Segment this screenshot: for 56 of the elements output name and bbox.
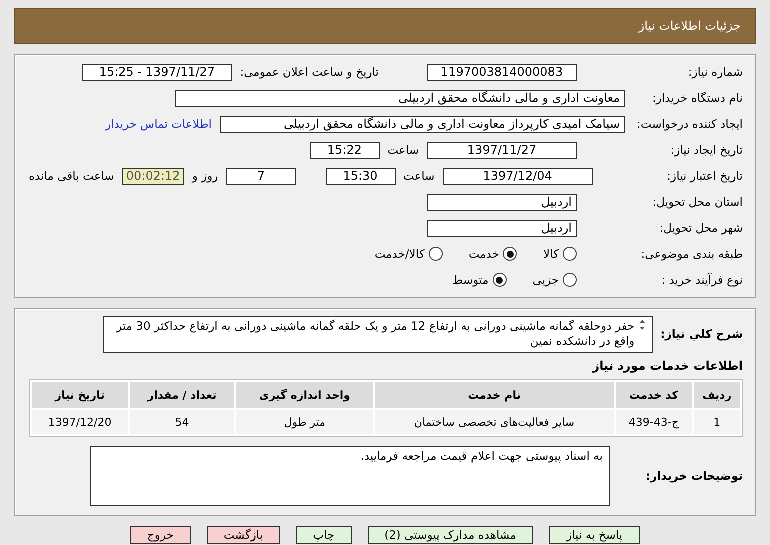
action-button[interactable]: مشاهده مدارک پیوستی (2) (368, 526, 534, 544)
field-label: شماره نیاز: (687, 65, 743, 79)
text-field[interactable]: اردبیل (427, 194, 577, 210)
table-cell: متر طول (236, 410, 374, 434)
action-button[interactable]: خروج (130, 526, 191, 544)
notes-field[interactable]: به اسناد پیوستی جهت اعلام قیمت مراجعه فرمایید. (90, 446, 610, 506)
action-button[interactable]: چاپ (296, 526, 352, 544)
radio-option[interactable]: متوسط (452, 273, 507, 287)
action-button[interactable]: پاسخ به نیاز (549, 526, 640, 544)
section-title: اطلاعات خدمات مورد نیاز (591, 359, 743, 373)
field-label: استان محل تحویل: (652, 195, 743, 209)
description-field[interactable]: حفر دوحلقه گمانه ماشینی دورانی به ارتفاع 12 متر و یک حلقه گمانه ماشینی دورانی به ارتفاع حداکثر 30 متر واقع در دانشکده نمین (102, 316, 653, 352)
column-header: واحد اندازه گیری (236, 382, 374, 408)
field-label: شرح کلي نیاز: (660, 327, 743, 341)
field-label: ساعت باقی مانده (29, 169, 114, 183)
contact-link[interactable]: اطلاعات تماس خریدار (105, 117, 212, 131)
text-field[interactable]: سیامک امیدی کارپرداز معاونت اداری و مالی دانشگاه محقق اردبیلی (220, 116, 625, 132)
scroll-arrows-icon (638, 318, 646, 330)
field-label: شهر محل تحویل: (658, 221, 743, 235)
text-field[interactable]: 1197003814000083 (427, 64, 577, 80)
text-field[interactable]: اردبیل (427, 220, 577, 236)
text-field[interactable]: 00:02:12 (122, 168, 184, 184)
radio-option[interactable]: کالا (543, 247, 577, 261)
field-label: نام دستگاه خریدار: (651, 91, 743, 105)
field-label: نوع فرآیند خرید : (660, 273, 743, 287)
column-header: کد خدمت (616, 382, 692, 408)
radio-option[interactable]: کالا/خدمت (374, 247, 443, 261)
action-button[interactable]: بازگشت (206, 526, 280, 544)
field-label: ساعت (388, 143, 419, 157)
table-cell: 1397/12/20 (32, 410, 128, 434)
column-header: نام خدمت (375, 382, 614, 408)
table-cell: 1 (694, 410, 740, 434)
field-label: ایجاد کننده درخواست: (636, 117, 743, 131)
text-field[interactable]: 7 (226, 168, 296, 184)
column-header: ردیف (694, 382, 740, 408)
field-label: روز و (192, 169, 218, 183)
text-field[interactable]: 1397/11/27 (427, 142, 577, 158)
text-field[interactable]: معاونت اداری و مالی دانشگاه محقق اردبیلی (175, 90, 625, 106)
column-header: تعداد / مقدار (130, 382, 234, 408)
field-label: تاریخ اعتبار نیاز: (666, 169, 743, 183)
text-field[interactable]: 1397/11/27 - 15:25 (82, 64, 232, 80)
table-cell: 54 (130, 410, 234, 434)
text-field[interactable]: 15:22 (310, 142, 380, 158)
column-header: تاریخ نیاز (32, 382, 128, 408)
table-cell: سایر فعالیت‌های تخصصی ساختمان (375, 410, 614, 434)
radio-option[interactable]: خدمت (468, 247, 518, 261)
text-field[interactable]: 15:30 (326, 168, 396, 184)
table-cell: ج-43-439 (616, 410, 692, 434)
radio-option[interactable]: جزیی (532, 273, 577, 287)
page-header: جزئیات اطلاعات نیاز (14, 8, 756, 44)
field-label: توضیحات خریدار: (646, 469, 743, 483)
field-label: تاریخ و ساعت اعلان عمومی: (240, 65, 379, 79)
text-field[interactable]: 1397/12/04 (442, 168, 593, 184)
field-label: ساعت (404, 169, 435, 183)
field-label: تاریخ ایجاد نیاز: (670, 143, 743, 157)
field-label: طبقه بندی موضوعی: (640, 247, 743, 261)
